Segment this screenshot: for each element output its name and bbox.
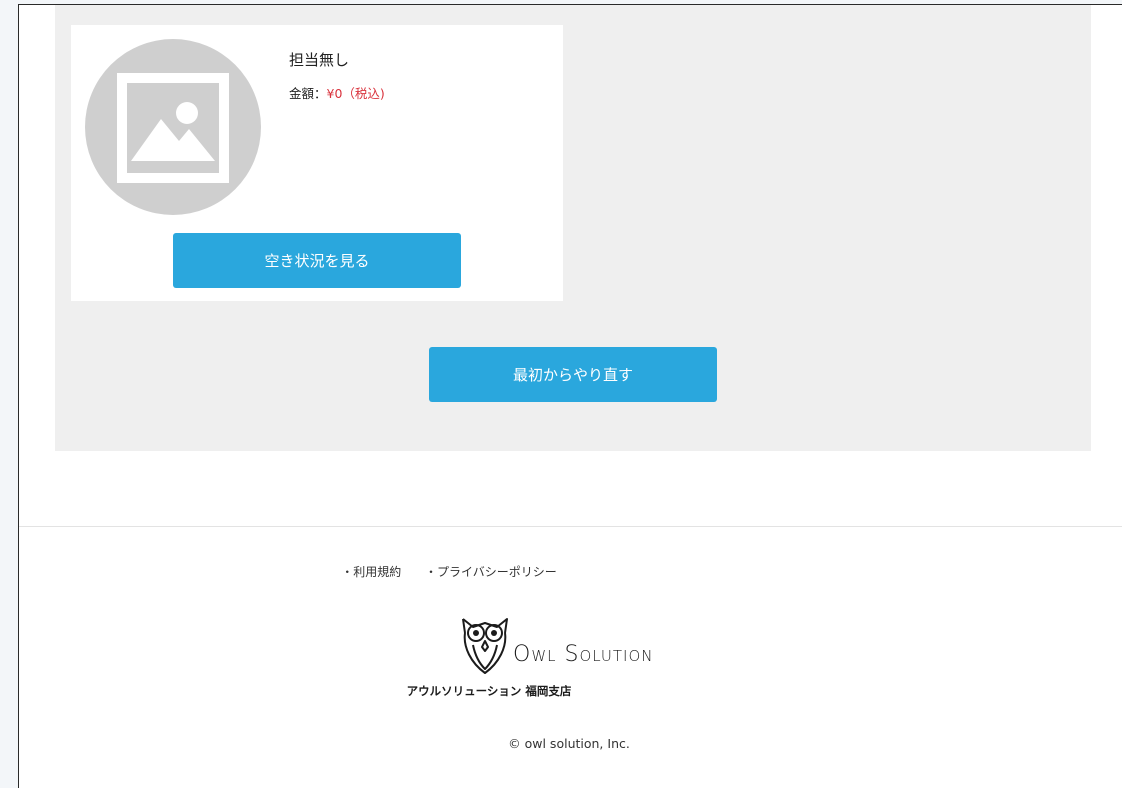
check-availability-button[interactable]: 空き状況を見る bbox=[173, 233, 461, 288]
owl-logo-icon bbox=[453, 611, 517, 677]
price-label: 金額： bbox=[289, 86, 327, 101]
restart-button[interactable]: 最初からやり直す bbox=[429, 347, 717, 402]
staff-selection-panel: 担当無し 金額：¥0（税込) 空き状況を見る 最初からやり直す bbox=[55, 5, 1091, 451]
staff-price: 金額：¥0（税込) bbox=[289, 83, 385, 102]
page-frame: 担当無し 金額：¥0（税込) 空き状況を見る 最初からやり直す ・利用規約 ・プ… bbox=[18, 4, 1122, 788]
price-value: ¥0（税込) bbox=[326, 86, 385, 101]
brand-name: Owl Solution bbox=[513, 642, 654, 667]
staff-avatar bbox=[85, 39, 261, 215]
staff-card: 担当無し 金額：¥0（税込) 空き状況を見る bbox=[71, 25, 563, 301]
image-placeholder-icon bbox=[117, 73, 229, 183]
copyright: © owl solution, Inc. bbox=[508, 736, 630, 751]
footer-links: ・利用規約 ・プライバシーポリシー bbox=[19, 563, 879, 580]
terms-link[interactable]: ・利用規約 bbox=[341, 565, 401, 579]
staff-name: 担当無し bbox=[289, 51, 350, 69]
privacy-policy-link[interactable]: ・プライバシーポリシー bbox=[425, 565, 557, 579]
footer-divider bbox=[19, 526, 1122, 527]
branch-name: アウルソリューション 福岡支店 bbox=[406, 684, 572, 698]
